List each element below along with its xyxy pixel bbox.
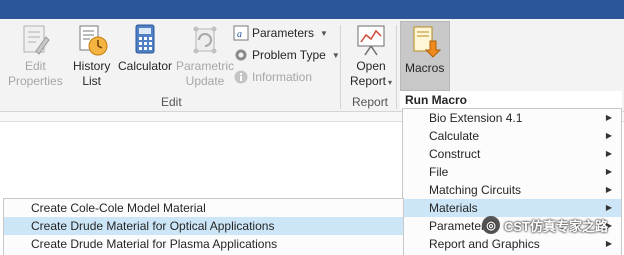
submenu-item[interactable]: Create Cole-Cole Model Material bbox=[4, 199, 403, 217]
watermark: ◎ CST仿真专家之路 bbox=[482, 214, 608, 236]
calculator-label: Calculator bbox=[118, 59, 173, 73]
menu-item[interactable]: Bio Extension 4.1 ▶ bbox=[403, 109, 621, 127]
chevron-right-icon: ▶ bbox=[605, 167, 612, 176]
history-list-icon bbox=[79, 25, 108, 56]
macros-button-content: Macros bbox=[405, 25, 444, 76]
edit-group-label: Edit bbox=[161, 95, 182, 109]
menu-item[interactable]: Report and Graphics ▶ bbox=[403, 235, 621, 253]
problem-type-label: Problem Type bbox=[252, 48, 326, 62]
submenu-item-highlighted[interactable]: Create Drude Material for Optical Applic… bbox=[4, 217, 403, 235]
chevron-right-icon: ▶ bbox=[605, 149, 612, 158]
info-icon bbox=[234, 70, 248, 84]
watermark-text: CST仿真专家之路 bbox=[504, 218, 609, 234]
title-bar bbox=[0, 0, 624, 19]
chevron-right-icon: ▶ bbox=[605, 239, 612, 248]
chevron-right-icon: ▶ bbox=[605, 185, 612, 194]
menu-item[interactable]: File ▶ bbox=[403, 163, 621, 181]
parameters-icon: a bbox=[233, 25, 249, 41]
calculator-icon bbox=[135, 24, 155, 54]
menu-item[interactable]: Matching Circuits ▶ bbox=[403, 181, 621, 199]
problem-type-button[interactable]: Problem Type ▼ bbox=[233, 45, 340, 65]
edit-properties-label: Edit Properties bbox=[8, 59, 63, 88]
macros-button[interactable]: Macros bbox=[400, 21, 450, 91]
edit-properties-icon bbox=[23, 25, 50, 55]
history-list-label: History List bbox=[73, 59, 111, 88]
report-icon bbox=[357, 25, 385, 56]
parametric-update-button[interactable]: Parametric Update bbox=[176, 23, 234, 89]
open-report-button[interactable]: Open Report ▾ bbox=[350, 23, 392, 90]
open-report-label: Open Report ▾ bbox=[350, 59, 393, 88]
information-button[interactable]: Information bbox=[233, 67, 312, 87]
submenu-item[interactable]: Create Drude Material for Plasma Applica… bbox=[4, 235, 403, 253]
menu-title: Run Macro bbox=[400, 91, 622, 109]
group-separator bbox=[396, 25, 397, 109]
edit-properties-button[interactable]: Edit Properties bbox=[8, 23, 63, 89]
macros-label: Macros bbox=[405, 61, 445, 75]
gear-icon bbox=[235, 49, 247, 61]
calculator-button[interactable]: Calculator bbox=[118, 23, 172, 74]
chevron-down-icon: ▼ bbox=[331, 50, 340, 60]
menu-item[interactable]: Calculate ▶ bbox=[403, 127, 621, 145]
chevron-down-icon: ▾ bbox=[388, 78, 393, 87]
parametric-update-label: Parametric Update bbox=[176, 59, 235, 88]
materials-submenu: Create Cole-Cole Model Material Create D… bbox=[3, 198, 404, 255]
chevron-down-icon: ▼ bbox=[320, 28, 328, 38]
parameters-label: Parameters bbox=[252, 26, 315, 40]
svg-text:a: a bbox=[237, 29, 242, 40]
group-separator bbox=[340, 25, 341, 109]
chevron-right-icon: ▶ bbox=[605, 131, 612, 140]
report-group-label: Report bbox=[352, 95, 389, 109]
information-label: Information bbox=[252, 70, 313, 84]
menu-item[interactable]: Construct ▶ bbox=[403, 145, 621, 163]
history-list-button[interactable]: History List bbox=[73, 23, 110, 89]
chevron-right-icon: ▶ bbox=[605, 113, 612, 122]
parametric-update-icon bbox=[193, 26, 217, 54]
macros-icon bbox=[413, 26, 441, 58]
parameters-button[interactable]: a Parameters ▼ bbox=[233, 23, 328, 43]
wechat-icon: ◎ bbox=[482, 216, 500, 234]
